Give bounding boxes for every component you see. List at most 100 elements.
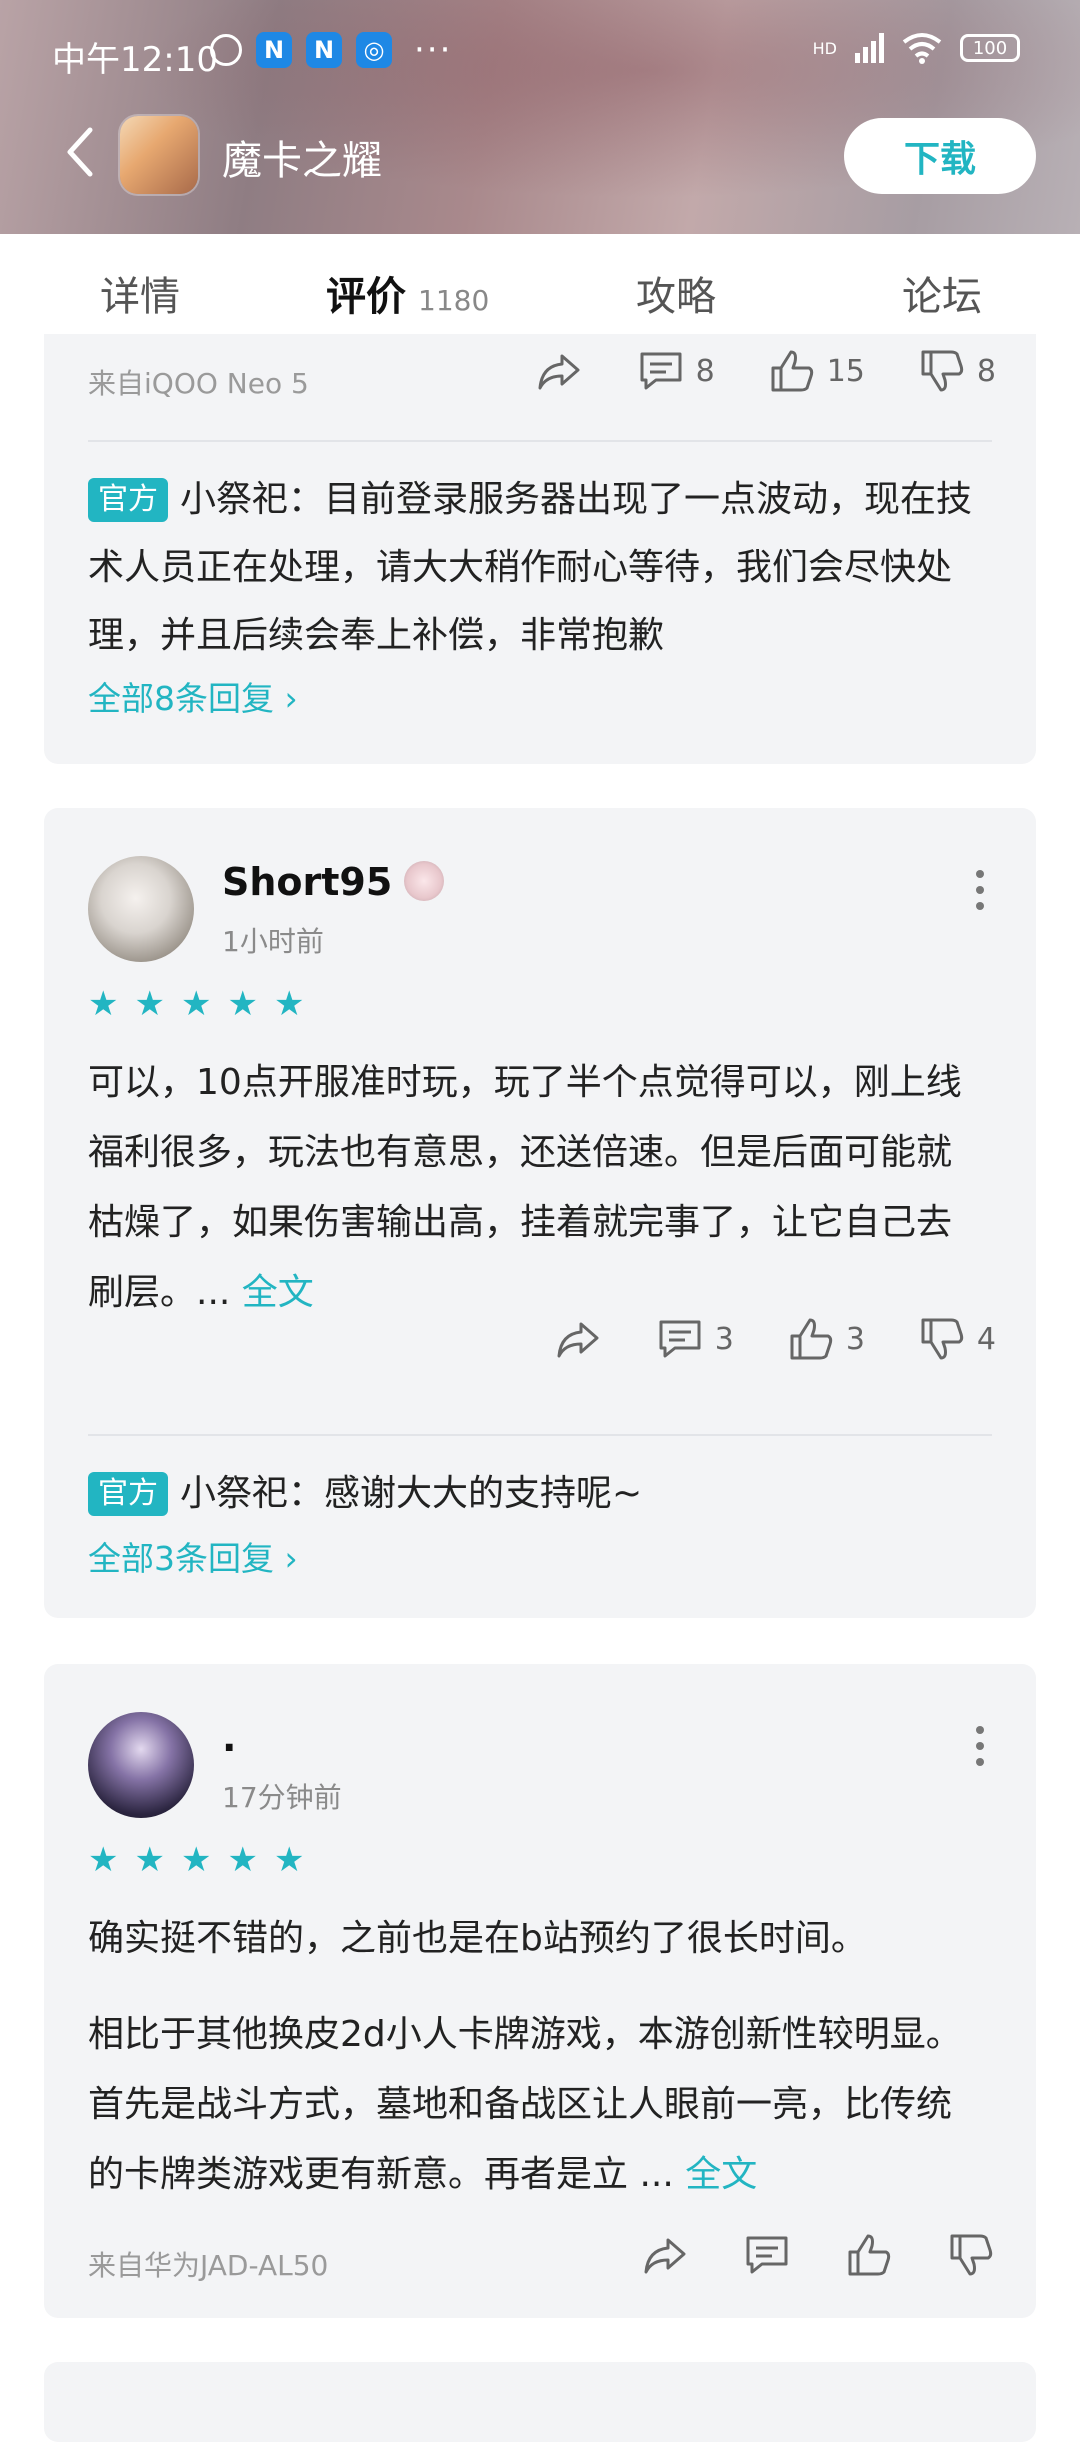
review-actions: 3 3 4 xyxy=(501,1314,996,1364)
notification-chat-icon: ◎ xyxy=(356,32,392,68)
tab-label: 详情 xyxy=(100,274,180,320)
dislike-button[interactable]: 8 xyxy=(917,346,996,396)
more-replies-link[interactable]: 全部8条回复 › xyxy=(88,672,298,720)
wifi-icon xyxy=(902,33,942,64)
share-button[interactable] xyxy=(534,346,584,396)
dislike-count: 8 xyxy=(976,353,996,389)
notification-icons: N N ◎ ··· xyxy=(210,30,452,70)
review-text: 可以，10点开服准时玩，玩了半个点觉得可以，刚上线福利很多，玩法也有意思，还送倍… xyxy=(88,1048,976,1328)
status-bar: 中午12:10 N N ◎ ··· HD 100 xyxy=(0,0,1080,104)
tab-bar: 详情 评价 1180 攻略 论坛 xyxy=(0,234,1080,344)
app-header: 中午12:10 N N ◎ ··· HD 100 魔卡之耀 下载 xyxy=(0,0,1080,234)
tab-guides[interactable]: 攻略 xyxy=(636,264,716,322)
share-button[interactable] xyxy=(640,2230,690,2280)
comment-icon xyxy=(659,1320,701,1358)
alarm-icon xyxy=(210,34,242,66)
user-badge-icon xyxy=(404,861,445,901)
full-text-link[interactable]: 全文 xyxy=(685,2154,757,2195)
device-label: 来自iQOO Neo 5 xyxy=(88,367,309,400)
hd-label: HD xyxy=(812,38,837,58)
share-icon xyxy=(538,354,580,390)
back-button[interactable] xyxy=(60,122,100,182)
review-body: 可以，10点开服准时玩，玩了半个点觉得可以，刚上线福利很多，玩法也有意思，还送倍… xyxy=(88,1062,962,1313)
like-button[interactable]: 3 xyxy=(786,1314,865,1364)
star-rating: ★ ★ ★ ★ ★ xyxy=(88,984,304,1024)
review-card: Short95 1小时前 ★ ★ ★ ★ ★ 可以，10点开服准时玩，玩了半个点觉得可以… xyxy=(44,808,1036,1618)
tab-reviews[interactable]: 评价 1180 xyxy=(326,264,489,322)
download-button[interactable]: 下载 xyxy=(844,118,1036,194)
system-icons: HD 100 xyxy=(813,32,1020,64)
official-reply: 官方 小祭祀：感谢大大的支持呢~ xyxy=(88,1460,992,1528)
official-reply-text: 小祭祀：感谢大大的支持呢~ xyxy=(180,1473,643,1514)
star-icon: ★ xyxy=(273,984,305,1024)
full-text-link[interactable]: 全文 xyxy=(242,1272,314,1313)
review-card: 来自iQOO Neo 5 8 15 8 官方 小祭祀：目前登录服务器出现了一点波动… xyxy=(44,334,1036,764)
tab-label: 攻略 xyxy=(636,274,716,320)
thumbs-down-icon xyxy=(921,350,964,392)
official-reply-text: 小祭祀：目前登录服务器出现了一点波动，现在技术人员正在处理，请大大稍作耐心等待，… xyxy=(88,479,973,656)
more-replies-label: 全部3条回复 xyxy=(88,1539,274,1578)
app-title: 魔卡之耀 xyxy=(222,138,382,184)
review-text: 相比于其他换皮2d小人卡牌游戏，本游创新性较明显。首先是战斗方式，墓地和备战区让… xyxy=(88,2000,976,2210)
star-icon: ★ xyxy=(134,984,165,1024)
dislike-button[interactable]: 4 xyxy=(917,1314,996,1364)
username[interactable]: . xyxy=(222,1716,236,1760)
official-tag: 官方 xyxy=(88,1472,168,1516)
app-icon xyxy=(120,116,198,194)
comment-count: 8 xyxy=(695,353,715,389)
thumbs-down-icon xyxy=(950,2234,993,2276)
tab-label: 论坛 xyxy=(902,274,982,320)
review-time: 1小时前 xyxy=(222,925,324,958)
review-actions: 8 15 8 xyxy=(482,346,996,396)
divider xyxy=(88,1434,992,1436)
star-icon: ★ xyxy=(134,1840,165,1880)
like-count: 3 xyxy=(845,1321,865,1357)
comment-button[interactable]: 3 xyxy=(655,1314,734,1364)
comment-icon xyxy=(640,352,682,390)
review-actions xyxy=(588,2230,996,2280)
official-tag: 官方 xyxy=(88,478,168,522)
device-label: 来自华为JAD-AL50 xyxy=(88,2249,329,2282)
username[interactable]: Short95 xyxy=(222,860,445,904)
comment-button[interactable] xyxy=(742,2230,792,2280)
tab-label: 评价 xyxy=(326,274,406,320)
more-options-icon[interactable] xyxy=(976,870,986,918)
dislike-button[interactable] xyxy=(946,2230,996,2280)
star-icon: ★ xyxy=(273,1840,305,1880)
battery-icon: 100 xyxy=(960,34,1020,62)
tab-forum[interactable]: 论坛 xyxy=(902,264,982,322)
comment-button[interactable]: 8 xyxy=(636,346,715,396)
dislike-count: 4 xyxy=(976,1321,996,1357)
like-button[interactable] xyxy=(844,2230,894,2280)
review-body: 相比于其他换皮2d小人卡牌游戏，本游创新性较明显。首先是战斗方式，墓地和备战区让… xyxy=(88,2014,962,2195)
review-count: 1180 xyxy=(418,284,490,317)
avatar[interactable] xyxy=(88,856,194,962)
share-icon xyxy=(644,2238,686,2274)
comment-count: 3 xyxy=(714,1321,734,1357)
divider xyxy=(88,440,992,442)
star-icon: ★ xyxy=(227,984,258,1024)
share-icon xyxy=(557,1322,599,1358)
tab-details[interactable]: 详情 xyxy=(100,264,180,322)
thumbs-up-icon xyxy=(771,350,813,392)
thumbs-up-icon xyxy=(848,2234,891,2276)
star-icon: ★ xyxy=(88,984,119,1024)
review-card xyxy=(44,2362,1036,2442)
like-count: 15 xyxy=(826,353,865,389)
star-icon: ★ xyxy=(180,984,212,1024)
like-button[interactable]: 15 xyxy=(767,346,865,396)
share-button[interactable] xyxy=(553,1314,603,1364)
chevron-right-icon: › xyxy=(284,1539,298,1578)
comment-icon xyxy=(746,2236,788,2274)
more-replies-label: 全部8条回复 xyxy=(88,679,274,718)
thumbs-up-icon xyxy=(790,1318,832,1360)
more-replies-link[interactable]: 全部3条回复 › xyxy=(88,1532,298,1580)
signal-icon xyxy=(855,33,884,63)
star-icon: ★ xyxy=(88,1840,119,1880)
review-text-paragraph: 确实挺不错的，之前也是在b站预约了很长时间。 xyxy=(88,1918,867,1959)
more-options-icon[interactable] xyxy=(976,1726,986,1774)
notification-n-icon: N xyxy=(256,32,292,68)
more-notifications-icon: ··· xyxy=(414,30,453,70)
username-text: Short95 xyxy=(222,860,393,904)
avatar[interactable] xyxy=(88,1712,194,1818)
